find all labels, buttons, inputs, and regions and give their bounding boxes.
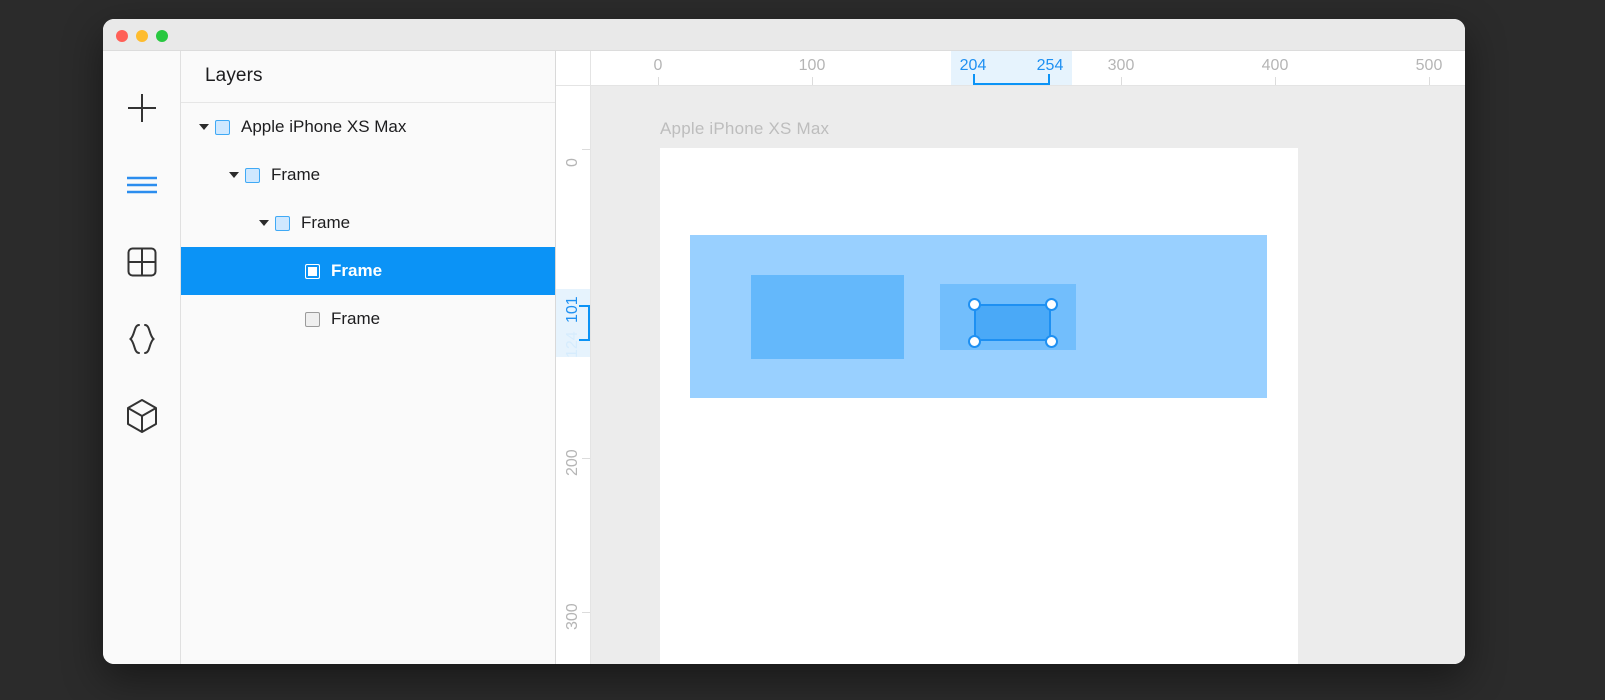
selected-frame[interactable] — [974, 304, 1051, 341]
app-window: Layers Apple iPhone XS Max Frame Frame Fram… — [103, 19, 1465, 664]
ruler-corner — [556, 51, 591, 86]
chevron-down-icon[interactable] — [229, 172, 239, 178]
ruler-tick-h — [1121, 77, 1122, 85]
layer-row[interactable]: Frame — [181, 295, 555, 343]
ruler-tick-label-h: 0 — [653, 57, 663, 74]
ruler-tick-label-h: 300 — [1107, 57, 1135, 74]
ruler-tick-label-h: 100 — [798, 57, 826, 74]
minimize-button[interactable] — [136, 30, 148, 42]
layer-row[interactable]: Frame — [181, 199, 555, 247]
handle-top-right[interactable] — [1045, 298, 1058, 311]
maximize-button[interactable] — [156, 30, 168, 42]
app-root: Layers Apple iPhone XS Max Frame Frame Fram… — [0, 0, 1605, 700]
frame-icon-white — [305, 263, 320, 279]
canvas-viewport[interactable]: Apple iPhone XS Max — [591, 86, 1465, 664]
artboard[interactable] — [660, 148, 1298, 664]
ruler-tick-h — [658, 77, 659, 85]
layer-row-label: Frame — [331, 261, 383, 280]
chevron-down-icon[interactable] — [259, 220, 269, 226]
ruler-selection-bracket-v — [579, 305, 590, 341]
window-titlebar — [103, 19, 1465, 51]
artboard-label[interactable]: Apple iPhone XS Max — [660, 119, 829, 139]
ruler-tick-v — [582, 149, 590, 150]
layers-panel-title: Layers — [205, 65, 263, 86]
ruler-tick-label-h: 254 — [1036, 57, 1064, 74]
ruler-selection-bracket-h — [973, 74, 1050, 85]
toolbar-item-code[interactable] — [103, 310, 181, 368]
ruler-tick-h — [1275, 77, 1276, 85]
frame-icon-gray — [305, 311, 320, 327]
ruler-tick-label-h: 400 — [1261, 57, 1289, 74]
handle-bottom-right[interactable] — [1045, 335, 1058, 348]
ruler-tick-label-v: 300 — [564, 603, 581, 630]
layers-icon — [125, 172, 159, 198]
ruler-tick-label-v: 0 — [564, 158, 581, 167]
layer-row[interactable]: Frame — [181, 247, 555, 295]
chevron-down-icon[interactable] — [199, 124, 209, 130]
ruler-tick-v — [582, 612, 590, 613]
vertical-ruler[interactable]: 0 101 124 200 300 — [556, 86, 591, 664]
plus-icon — [125, 91, 159, 125]
ruler-tick-h — [812, 77, 813, 85]
layer-row-label: Frame — [331, 309, 381, 328]
frame-icon-blue — [245, 167, 260, 183]
handle-top-left[interactable] — [968, 298, 981, 311]
horizontal-ruler[interactable]: 0 100 204 254 300 400 500 — [591, 51, 1465, 86]
layer-tree: Apple iPhone XS Max Frame Frame Frame Frame — [181, 103, 555, 343]
ruler-tick-label-h: 204 — [959, 57, 987, 74]
ruler-tick-v — [582, 458, 590, 459]
toolbar-item-components[interactable] — [103, 387, 181, 445]
layers-panel-header: Layers — [181, 51, 555, 103]
ruler-tick-label-v: 200 — [564, 449, 581, 476]
close-button[interactable] — [116, 30, 128, 42]
ruler-tick-label-h: 500 — [1415, 57, 1443, 74]
frame-icon-blue — [215, 119, 230, 135]
layers-panel: Layers Apple iPhone XS Max Frame Frame Fram… — [181, 51, 556, 664]
grid-icon — [126, 246, 158, 278]
ruler-tick-h — [1429, 77, 1430, 85]
toolbar-item-layers[interactable] — [103, 156, 181, 214]
frame-inner-left[interactable] — [751, 275, 904, 359]
toolbar-item-grid[interactable] — [103, 233, 181, 291]
handle-bottom-left[interactable] — [968, 335, 981, 348]
toolbar-item-add[interactable] — [103, 79, 181, 137]
layer-row-label: Frame — [271, 165, 321, 184]
layer-row-label: Frame — [301, 213, 351, 232]
traffic-lights — [116, 30, 168, 42]
layer-row-label: Apple iPhone XS Max — [241, 117, 407, 136]
layer-row[interactable]: Apple iPhone XS Max — [181, 103, 555, 151]
cube-icon — [125, 398, 159, 434]
tool-rail — [103, 51, 181, 664]
braces-icon — [126, 322, 158, 356]
frame-icon-blue — [275, 215, 290, 231]
canvas-area: 0 100 204 254 300 400 500 0 101 124 200 300 Apple … — [556, 51, 1465, 664]
layer-row[interactable]: Frame — [181, 151, 555, 199]
